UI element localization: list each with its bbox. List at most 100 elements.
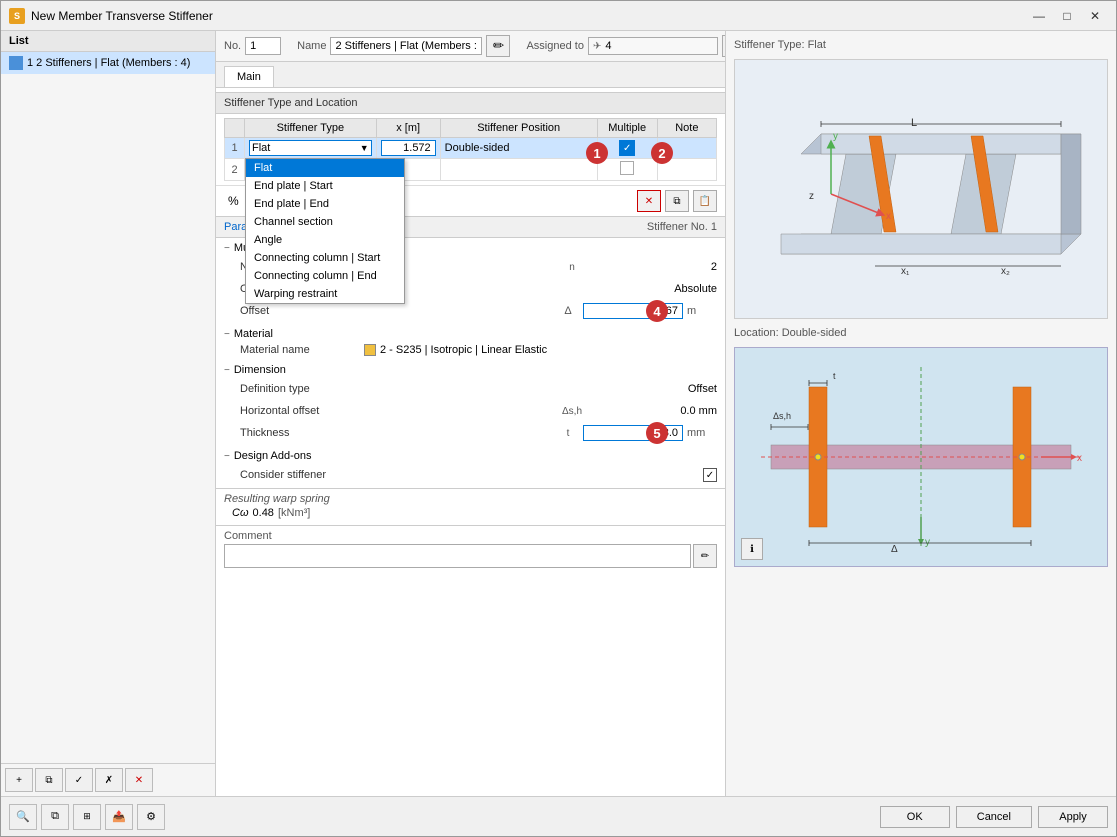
consider-stiffener-label: Consider stiffener — [240, 469, 557, 481]
svg-text:Δ: Δ — [891, 544, 898, 555]
apply-button[interactable]: Apply — [1038, 806, 1108, 828]
table-btn[interactable]: ⊞ — [73, 804, 101, 830]
design-addons-collapse-icon: − — [224, 451, 230, 462]
assigned-value: ✈ 4 — [588, 37, 719, 55]
list-item-text: 1 2 Stiffeners | Flat (Members : 4) — [27, 57, 190, 69]
ok-button[interactable]: OK — [880, 806, 950, 828]
col-position-header: Stiffener Position — [440, 119, 597, 138]
maximize-button[interactable]: □ — [1054, 6, 1080, 26]
row-1-x-input[interactable] — [381, 140, 436, 156]
thickness-input[interactable] — [583, 425, 683, 441]
horiz-offset-label: Horizontal offset — [240, 405, 557, 417]
title-bar-controls: — □ ✕ — [1026, 6, 1108, 26]
material-name-row: Material name 2 - S235 | Isotropic | Lin… — [216, 342, 725, 358]
row-2-multiple[interactable] — [597, 159, 657, 181]
warp-spring-section: Resulting warp spring Cω 0.48 [kNm³] — [216, 488, 725, 525]
search-button[interactable]: 🔍 — [9, 804, 37, 830]
row-1-x[interactable] — [376, 138, 440, 159]
no-label: No. — [224, 40, 241, 52]
tab-main[interactable]: Main — [224, 66, 274, 87]
horiz-offset-row: Horizontal offset Δs,h 0.0 mm — [216, 400, 725, 422]
paste-button[interactable]: 📋 — [693, 190, 717, 212]
no-field: No. — [224, 37, 281, 55]
copy-btn2[interactable]: ⧉ — [41, 804, 69, 830]
location-label: Location: Double-sided — [734, 327, 1108, 339]
dropdown-item-conn-end[interactable]: Connecting column | End — [246, 267, 404, 285]
tabs-row: Main — [216, 62, 725, 88]
svg-text:x₁: x₁ — [901, 266, 910, 277]
delete-row-button[interactable]: ✕ — [637, 190, 661, 212]
list-item-1[interactable]: 1 2 Stiffeners | Flat (Members : 4) — [1, 52, 215, 74]
minimize-button[interactable]: — — [1026, 6, 1052, 26]
add-button[interactable]: + — [5, 768, 33, 792]
consider-stiffener-value: ✓ — [587, 468, 717, 482]
offset-input[interactable] — [583, 303, 683, 319]
dropdown-item-endplate-start[interactable]: End plate | Start — [246, 177, 404, 195]
material-group: − Material Material name 2 - S235 | Isot… — [216, 324, 725, 360]
cancel-button[interactable]: Cancel — [956, 806, 1032, 828]
comment-edit-button[interactable]: ✏ — [693, 544, 717, 568]
svg-text:z: z — [809, 191, 814, 202]
svg-text:y: y — [925, 537, 930, 548]
dropdown-item-flat[interactable]: Flat — [246, 159, 404, 177]
check-button[interactable]: ✓ — [65, 768, 93, 792]
name-label: Name — [297, 40, 326, 52]
stiffener-type-section-header: Stiffener Type and Location — [216, 92, 725, 114]
offset-label: Offset — [240, 305, 553, 317]
horiz-offset-symbol: Δs,h — [557, 406, 587, 417]
svg-text:Δs,h: Δs,h — [773, 411, 791, 421]
material-header[interactable]: − Material — [216, 326, 725, 342]
main-window: S New Member Transverse Stiffener — □ ✕ … — [0, 0, 1117, 837]
left-toolbar: + ⧉ ✓ ✗ ✕ — [1, 763, 215, 796]
settings-btn[interactable]: ⚙ — [137, 804, 165, 830]
dim-collapse-icon: − — [224, 365, 230, 376]
row-2-multiple-checkbox[interactable] — [620, 161, 634, 175]
close-button[interactable]: ✕ — [1082, 6, 1108, 26]
dimension-group: − Dimension Definition type Offset Horiz… — [216, 360, 725, 446]
copy-button[interactable]: ⧉ — [35, 768, 63, 792]
warp-spring-unit: [kNm³] — [278, 507, 310, 519]
no-input[interactable] — [245, 37, 281, 55]
dropdown-item-angle[interactable]: Angle — [246, 231, 404, 249]
row-1-multiple-checkbox[interactable]: ✓ — [619, 140, 635, 156]
def-type-label: Definition type — [240, 383, 557, 395]
design-addons-header[interactable]: − Design Add-ons — [216, 448, 725, 464]
export-btn[interactable]: 📤 — [105, 804, 133, 830]
dropdown-menu: Flat End plate | Start End plate | End C… — [245, 158, 405, 304]
percent-button[interactable]: % — [224, 192, 243, 210]
offset-def-value: Absolute — [587, 283, 717, 295]
svg-text:x: x — [886, 211, 891, 222]
dropdown-item-endplate-end[interactable]: End plate | End — [246, 195, 404, 213]
uncheck-button[interactable]: ✗ — [95, 768, 123, 792]
row-1-num: 1 — [225, 138, 245, 159]
col-num-header — [225, 119, 245, 138]
diagram-info-button[interactable]: ℹ — [741, 538, 763, 560]
assigned-to-field: Assigned to ✈ 4 ✕ — [526, 35, 726, 57]
edit-name-button[interactable]: ✏ — [486, 35, 510, 57]
row-1-type[interactable]: Flat ▼ Flat End plate | Start End plate … — [245, 138, 377, 159]
dimension-header[interactable]: − Dimension — [216, 362, 725, 378]
copy-row-button[interactable]: ⧉ — [665, 190, 689, 212]
title-bar-left: S New Member Transverse Stiffener — [9, 8, 213, 24]
dialog-buttons: OK Cancel Apply — [880, 806, 1108, 828]
2d-diagram-svg: x y Δ Δs,h — [751, 357, 1091, 557]
title-bar: S New Member Transverse Stiffener — □ ✕ — [1, 1, 1116, 31]
warp-spring-value: 0.48 — [253, 507, 274, 519]
name-field: Name ✏ — [297, 35, 510, 57]
stiffener-table-container: Stiffener Type x [m] Stiffener Position … — [216, 114, 725, 185]
number-value: 2 — [587, 261, 717, 273]
row-2-position — [440, 159, 597, 181]
badge-4: 4 — [646, 300, 668, 322]
assigned-icon: ✈ — [593, 41, 601, 52]
dimension-title: Dimension — [234, 364, 286, 376]
svg-text:x₂: x₂ — [1001, 266, 1010, 277]
col-type-header: Stiffener Type — [245, 119, 377, 138]
comment-field[interactable] — [224, 544, 691, 568]
delete-button[interactable]: ✕ — [125, 768, 153, 792]
dropdown-item-conn-start[interactable]: Connecting column | Start — [246, 249, 404, 267]
window-title: New Member Transverse Stiffener — [31, 9, 213, 23]
material-value: 2 - S235 | Isotropic | Linear Elastic — [380, 344, 547, 356]
name-input[interactable] — [330, 37, 482, 55]
dropdown-item-channel[interactable]: Channel section — [246, 213, 404, 231]
dropdown-item-warp[interactable]: Warping restraint — [246, 285, 404, 303]
